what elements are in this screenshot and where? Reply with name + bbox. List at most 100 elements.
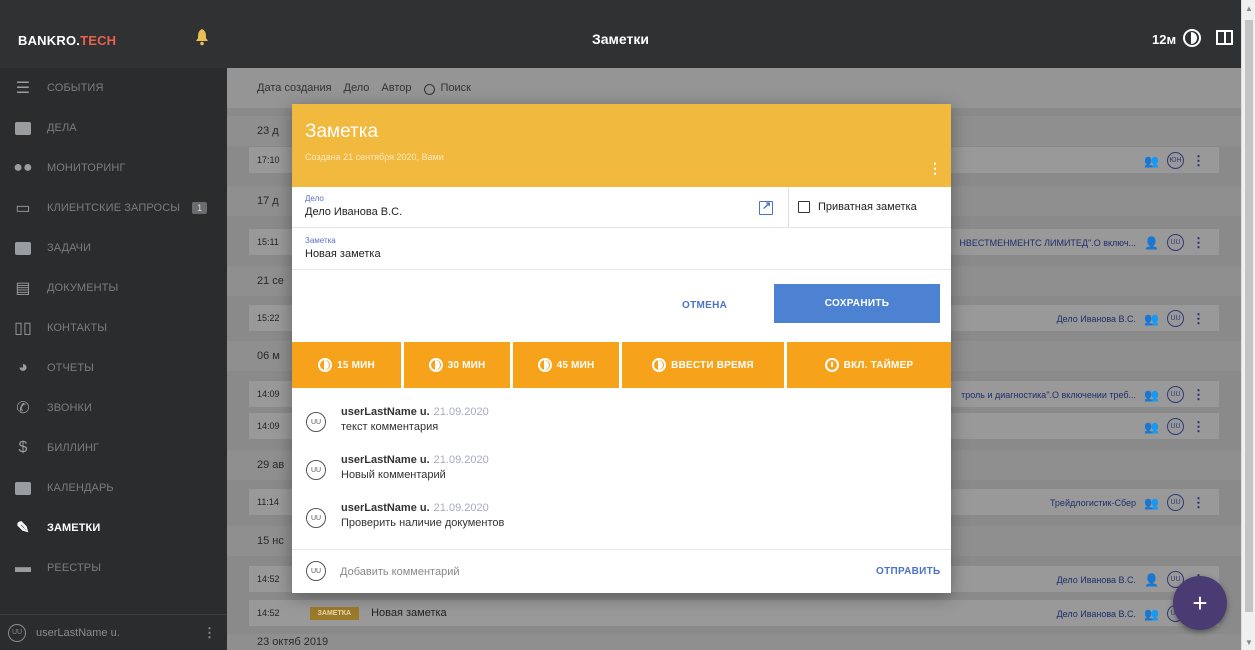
people-icon: 👥 xyxy=(1144,153,1159,168)
case-field-row: Дело Дело Иванова В.С. Приватная заметка xyxy=(292,187,951,228)
page-scrollbar[interactable]: ▲ ▼ xyxy=(1241,0,1255,650)
avatar: UU xyxy=(1167,234,1184,251)
avatar: UU xyxy=(306,561,326,581)
sidebar-item-reports[interactable]: ◕ Отчеты xyxy=(0,348,227,388)
people-icon: 👥 xyxy=(1144,606,1159,621)
sidebar-item-cases[interactable]: Дела xyxy=(0,108,227,148)
sidebar-item-events[interactable]: ☰ События xyxy=(0,68,227,108)
row-time: 14:09 xyxy=(257,421,280,431)
filter-created[interactable]: Дата создания xyxy=(257,82,332,94)
scrollbar-thumb[interactable] xyxy=(1245,20,1253,612)
document-icon: ▤ xyxy=(15,280,31,297)
enter-time-button[interactable]: ВВЕСТИ ВРЕМЯ xyxy=(622,342,784,388)
user-menu-icon[interactable]: ⋮ xyxy=(203,625,216,641)
row-menu-icon[interactable]: ⋮ xyxy=(1192,387,1205,403)
row-menu-icon[interactable]: ⋮ xyxy=(1192,311,1205,327)
time-15-button[interactable]: 15 МИН xyxy=(292,342,401,388)
note-field-row: Заметка Новая заметка xyxy=(292,228,951,270)
dialog-menu-icon[interactable]: ⋮ xyxy=(928,160,942,177)
row-time: 14:52 xyxy=(257,574,280,584)
comment-composer: UU ОТПРАВИТЬ xyxy=(292,549,951,593)
sidebar-item-client-requests[interactable]: ▭ Клиентские запросы 1 xyxy=(0,188,227,228)
dialog-actions: ОТМЕНА СОХРАНИТЬ xyxy=(292,270,951,335)
filter-author[interactable]: Автор xyxy=(381,82,411,94)
avatar: UU xyxy=(1167,310,1184,327)
sidebar-item-documents[interactable]: ▤ Документы xyxy=(0,268,227,308)
avatar: UU xyxy=(306,412,326,432)
sidebar-item-label: Календарь xyxy=(47,482,114,494)
time-buttons-bar: 15 МИН 30 МИН 45 МИН ВВЕСТИ ВРЕМЯ ВКЛ. Т… xyxy=(292,342,951,388)
note-text-field[interactable]: Новая заметка xyxy=(305,248,381,260)
note-tag: ЗАМЕТКА xyxy=(309,606,360,620)
cancel-button[interactable]: ОТМЕНА xyxy=(682,300,727,311)
table-row[interactable]: 14:52 ЗАМЕТКА Новая заметка Дело Иванова… xyxy=(249,600,1219,626)
divider xyxy=(788,187,789,227)
row-menu-icon[interactable]: ⋮ xyxy=(1192,495,1205,511)
sidebar-item-label: Мониторинг xyxy=(47,162,126,174)
people-icon: 👥 xyxy=(1144,495,1159,510)
filter-bar: Дата создания Дело Автор Поиск xyxy=(227,68,1241,108)
sidebar-item-calls[interactable]: ✆ Звонки xyxy=(0,388,227,428)
timer-clock-icon[interactable] xyxy=(1183,29,1201,47)
sidebar-item-contacts[interactable]: ▯▯ Контакты xyxy=(0,308,227,348)
start-timer-button[interactable]: ВКЛ. ТАЙМЕР xyxy=(787,342,951,388)
add-comment-input[interactable] xyxy=(340,562,820,582)
sidebar-item-label: Звонки xyxy=(47,402,93,414)
phone-icon: ✆ xyxy=(16,400,30,417)
save-button[interactable]: СОХРАНИТЬ xyxy=(774,284,940,323)
private-note-checkbox[interactable] xyxy=(798,201,810,213)
sidebar-item-registries[interactable]: ▬ Реестры xyxy=(0,548,227,588)
pencil-icon: ✎ xyxy=(16,520,30,537)
sidebar-item-tasks[interactable]: Задачи xyxy=(0,228,227,268)
send-button[interactable]: ОТПРАВИТЬ xyxy=(876,566,941,577)
comment-item: UU userLastName u. 21.09.2020 Проверить н… xyxy=(306,498,906,538)
row-menu-icon[interactable]: ⋮ xyxy=(1192,419,1205,435)
time-button-label: 45 МИН xyxy=(556,359,595,371)
add-note-fab[interactable]: + xyxy=(1173,576,1227,630)
private-note-label[interactable]: Приватная заметка xyxy=(818,201,917,213)
clock-icon xyxy=(318,358,333,372)
timer-label[interactable]: 12м xyxy=(1152,32,1176,47)
sidebar-item-monitoring[interactable]: ●● Мониторинг xyxy=(0,148,227,188)
sidebar-item-label: Реестры xyxy=(47,562,102,574)
note-dialog: Заметка Создана 21 сентября 2020, Вами ⋮… xyxy=(292,104,951,593)
dialog-header: Заметка Создана 21 сентября 2020, Вами ⋮ xyxy=(292,104,951,187)
client-requests-badge: 1 xyxy=(192,202,208,214)
scroll-down-icon[interactable]: ▼ xyxy=(1245,638,1253,647)
comment-item: UU userLastName u. 21.09.2020 текст комме… xyxy=(306,402,906,442)
scroll-up-icon[interactable]: ▲ xyxy=(1245,4,1253,13)
row-case: Дело Иванова В.С. xyxy=(1056,608,1137,619)
row-menu-icon[interactable]: ⋮ xyxy=(1192,153,1205,169)
comment-author: userLastName u. xyxy=(341,406,430,418)
row-time: 14:09 xyxy=(257,389,280,399)
open-external-icon[interactable] xyxy=(759,199,773,215)
top-bar: BANKRO.TECH Заметки 12м xyxy=(0,0,1241,68)
comment-date: 21.09.2020 xyxy=(433,454,489,466)
avatar: UU xyxy=(8,623,26,642)
sidebar-item-calendar[interactable]: Календарь xyxy=(0,468,227,508)
sidebar-item-notes[interactable]: ✎ Заметки xyxy=(0,508,227,548)
search-link[interactable]: Поиск xyxy=(441,82,471,94)
comment-author: userLastName u. xyxy=(341,454,430,466)
row-menu-icon[interactable]: ⋮ xyxy=(1192,235,1205,251)
time-button-label: 30 МИН xyxy=(447,359,486,371)
dialog-subtitle: Создана 21 сентября 2020, Вами xyxy=(305,152,444,162)
avatar: UU xyxy=(1167,418,1184,435)
avatar: UU xyxy=(306,460,326,480)
search-icon[interactable] xyxy=(423,83,435,95)
row-case: НВЕСТМЕНМЕНТС ЛИМИТЕД".О включ... xyxy=(959,237,1137,248)
current-user[interactable]: UU userLastName u. ⋮ xyxy=(0,614,227,650)
sidebar-item-label: Дела xyxy=(47,122,77,134)
side-panel-icon[interactable] xyxy=(1216,30,1233,45)
note-label: Заметка xyxy=(305,236,336,245)
case-value[interactable]: Дело Иванова В.С. xyxy=(305,206,402,218)
time-30-button[interactable]: 30 МИН xyxy=(404,342,510,388)
filter-case[interactable]: Дело xyxy=(344,82,370,94)
stopwatch-icon xyxy=(824,358,839,372)
sidebar-item-billing[interactable]: $ Биллинг xyxy=(0,428,227,468)
briefcase-icon xyxy=(13,120,33,136)
group-header: 23 октяб 2019 xyxy=(227,634,1241,650)
calendar-icon xyxy=(13,480,33,496)
pie-chart-icon: ◕ xyxy=(18,359,28,376)
time-45-button[interactable]: 45 МИН xyxy=(513,342,619,388)
